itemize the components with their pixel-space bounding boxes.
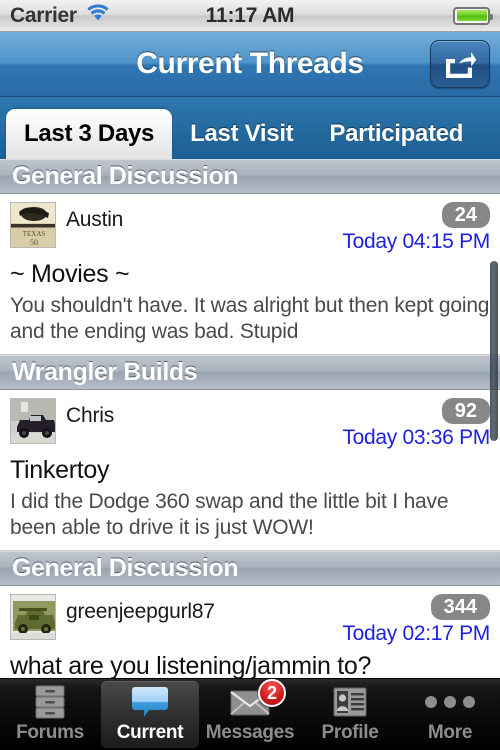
tab-current[interactable]: Current bbox=[101, 681, 199, 748]
segmented-control[interactable]: Last 3 Days Last Visit Participated bbox=[0, 97, 500, 159]
section-header: General Discussion bbox=[0, 551, 500, 587]
segment-label: Last 3 Days bbox=[24, 120, 155, 147]
thread-meta: 92 Today 03:36 PM bbox=[342, 398, 490, 450]
thread-author: greenjeepgurl87 bbox=[66, 600, 215, 624]
reply-count-badge: 344 bbox=[430, 594, 490, 621]
thread-title: what are you listening/jammin to? bbox=[10, 652, 372, 678]
thread-title: ~ Movies ~ bbox=[10, 260, 130, 288]
tab-messages[interactable]: 2 Messages bbox=[201, 679, 299, 748]
share-icon bbox=[446, 52, 477, 78]
section-header-title: General Discussion bbox=[12, 162, 239, 190]
thread-row-header: TEXAS 50 Austin 24 Today 04:15 PM bbox=[10, 202, 490, 254]
tab-participated[interactable]: Participated bbox=[311, 109, 481, 159]
tab-label: Messages bbox=[205, 722, 295, 743]
thread-list[interactable]: General Discussion TEXAS 50 Austin 24 To… bbox=[0, 159, 500, 678]
carrier-label: Carrier bbox=[10, 3, 77, 27]
envelope-icon: 2 bbox=[230, 679, 286, 719]
thread-row[interactable]: TEXAS 50 Austin 24 Today 04:15 PM ~ Movi… bbox=[0, 194, 500, 356]
svg-text:50: 50 bbox=[30, 238, 38, 247]
tab-last-3-days[interactable]: Last 3 Days bbox=[6, 109, 173, 159]
thread-preview: I did the Dodge 360 swap and the little … bbox=[10, 490, 449, 539]
tab-label: More bbox=[427, 722, 473, 743]
vertical-scrollbar[interactable] bbox=[490, 261, 498, 441]
avatar-green-jeep-icon bbox=[10, 594, 56, 641]
share-button[interactable] bbox=[430, 40, 490, 88]
section-header: Wrangler Builds bbox=[0, 355, 500, 391]
page-title: Current Threads bbox=[136, 47, 364, 80]
thread-title: Tinkertoy bbox=[10, 456, 110, 485]
thread-author: Chris bbox=[66, 404, 115, 428]
thread-timestamp: Today 03:36 PM bbox=[342, 426, 490, 450]
tab-label: Forums bbox=[16, 722, 84, 743]
reply-count-badge: 24 bbox=[441, 202, 490, 228]
thread-meta: 344 Today 02:17 PM bbox=[342, 594, 490, 646]
status-bar-right bbox=[453, 6, 493, 25]
tab-forums[interactable]: Forums bbox=[1, 681, 99, 748]
status-bar: Carrier 11:17 AM bbox=[0, 0, 500, 32]
contact-card-icon bbox=[333, 685, 367, 719]
section-header-title: General Discussion bbox=[12, 554, 239, 583]
thread-preview: You shouldn't have. It was alright but t… bbox=[10, 294, 490, 343]
file-cabinet-icon bbox=[34, 685, 66, 719]
tab-label: Current bbox=[116, 722, 184, 743]
tab-last-visit[interactable]: Last Visit bbox=[172, 109, 311, 159]
section-header: General Discussion bbox=[0, 159, 500, 194]
tab-more[interactable]: More bbox=[401, 681, 499, 748]
tab-label: Profile bbox=[321, 722, 379, 743]
app-root: Carrier 11:17 AM Current Threads Last 3 … bbox=[0, 0, 500, 750]
speech-bubble-icon bbox=[131, 685, 169, 719]
segment-label: Last Visit bbox=[190, 120, 294, 147]
thread-timestamp: Today 04:15 PM bbox=[342, 230, 490, 253]
thread-row-header: Chris 92 Today 03:36 PM bbox=[10, 398, 490, 450]
thread-timestamp: Today 02:17 PM bbox=[342, 622, 490, 646]
avatar-vintage-texas-icon: TEXAS 50 bbox=[10, 202, 56, 248]
nav-bar: Current Threads bbox=[0, 32, 500, 97]
svg-text:TEXAS: TEXAS bbox=[23, 230, 46, 238]
thread-row[interactable]: greenjeepgurl87 344 Today 02:17 PM what … bbox=[0, 586, 500, 678]
segment-label: Participated bbox=[329, 120, 464, 147]
section-header-title: Wrangler Builds bbox=[12, 358, 198, 387]
tab-bar[interactable]: Forums Current 2 Messages Profile More bbox=[0, 678, 500, 750]
messages-unread-badge: 2 bbox=[258, 679, 286, 707]
reply-count-badge: 92 bbox=[441, 398, 490, 425]
wifi-icon bbox=[86, 4, 110, 27]
avatar-dark-jeep-icon bbox=[10, 398, 56, 445]
thread-row[interactable]: Chris 92 Today 03:36 PM Tinkertoy I did … bbox=[0, 390, 500, 552]
battery-icon bbox=[453, 6, 493, 25]
status-bar-left: Carrier bbox=[10, 4, 110, 28]
thread-row-header: greenjeepgurl87 344 Today 02:17 PM bbox=[10, 594, 490, 646]
ellipsis-icon bbox=[425, 685, 475, 719]
thread-meta: 24 Today 04:15 PM bbox=[342, 202, 490, 254]
tab-profile[interactable]: Profile bbox=[301, 681, 399, 748]
thread-author: Austin bbox=[66, 208, 124, 231]
